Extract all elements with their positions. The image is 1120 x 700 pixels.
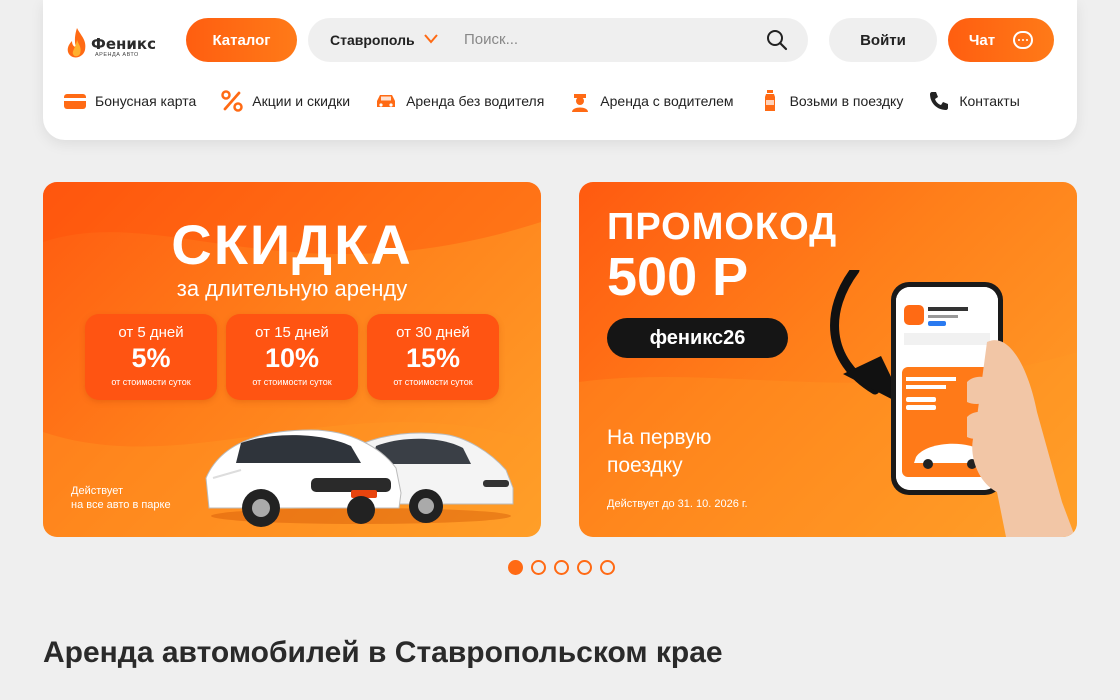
banner-note-line: на все авто в парке — [71, 499, 171, 511]
banner-subtitle: за длительную аренду — [176, 276, 408, 301]
promo-title: ПРОМОКОД — [607, 206, 838, 248]
car-icon — [374, 91, 398, 111]
phone-icon — [927, 91, 951, 111]
search-icon[interactable] — [766, 29, 788, 51]
chat-label: Чат — [968, 31, 996, 49]
banner-note-line: Действует — [71, 485, 124, 497]
nav-item-contacts[interactable]: Контакты — [927, 91, 1020, 111]
nav-item-take-on-trip[interactable]: Возьми в поездку — [758, 90, 904, 111]
promo-subtitle-line: поездку — [607, 454, 683, 477]
discount-days: от 5 дней — [118, 324, 184, 341]
discount-banner[interactable]: СКИДКА за длительную аренду от 5 дней 5%… — [43, 182, 541, 537]
nav-item-rent-with-driver[interactable]: Аренда с водителем — [568, 91, 734, 112]
logo[interactable]: Феникс АРЕНДА АВТО — [65, 26, 156, 62]
section-title: Аренда автомобилей в Ставропольском крае — [43, 636, 723, 669]
nav-label: Акции и скидки — [252, 93, 351, 109]
nav-label: Контакты — [959, 93, 1020, 109]
city-selector[interactable]: Ставрополь — [330, 32, 415, 48]
discount-tile: от 30 дней 15% от стоимости суток — [367, 314, 499, 400]
discount-note: от стоимости суток — [393, 377, 473, 387]
promo-banner[interactable]: ПРОМОКОД 500 Р феникс26 На первую поездк… — [579, 182, 1077, 537]
carousel-dot[interactable] — [531, 560, 546, 575]
search-bar: Ставрополь Поиск... — [308, 18, 808, 62]
promo-subtitle: На первую поездку — [607, 424, 711, 480]
banner-note: Действует на все авто в парке — [71, 484, 171, 512]
nav-item-bonus-card[interactable]: Бонусная карта — [63, 91, 196, 111]
hand-illustration — [967, 340, 1076, 537]
nav-label: Возьми в поездку — [789, 93, 904, 109]
discount-note: от стоимости суток — [252, 377, 332, 387]
nav-label: Аренда с водителем — [600, 93, 734, 109]
promo-subtitle-line: На первую — [607, 426, 712, 449]
discount-percent: 15% — [405, 343, 461, 373]
banner-title: СКИДКА — [171, 213, 413, 276]
site-header: Феникс АРЕНДА АВТО Каталог Ставрополь По… — [43, 0, 1077, 140]
promo-note: Действует до 31. 10. 2026 г. — [607, 498, 748, 510]
discount-percent: 5% — [131, 343, 171, 373]
login-label: Войти — [860, 31, 906, 49]
discount-tile: от 15 дней 10% от стоимости суток — [226, 314, 358, 400]
nav-item-rent-no-driver[interactable]: Аренда без водителя — [374, 91, 544, 111]
catalog-label: Каталог — [212, 31, 271, 49]
carousel-pagination — [508, 560, 615, 575]
nav-label: Аренда без водителя — [406, 93, 545, 109]
carousel-dot[interactable] — [508, 560, 523, 575]
main-nav: Бонусная карта Акции и скидки Аренда без… — [63, 90, 1020, 112]
logo-subtitle: АРЕНДА АВТО — [95, 52, 139, 58]
logo-name: Феникс — [91, 35, 156, 53]
discount-percent: 10% — [264, 343, 320, 373]
chevron-down-icon[interactable] — [424, 31, 438, 45]
carousel-dot[interactable] — [554, 560, 569, 575]
discount-days: от 30 дней — [396, 324, 470, 341]
chat-button[interactable]: Чат — [948, 18, 1054, 62]
carousel-dot[interactable] — [577, 560, 592, 575]
login-button[interactable]: Войти — [829, 18, 937, 62]
card-icon — [63, 91, 87, 111]
promo-amount: 500 Р — [607, 247, 749, 307]
discount-note: от стоимости суток — [111, 377, 191, 387]
nav-label: Бонусная карта — [95, 93, 197, 109]
search-input[interactable]: Поиск... — [464, 31, 518, 48]
flame-logo-icon — [67, 28, 86, 58]
driver-icon — [568, 91, 592, 112]
discount-tile: от 5 дней 5% от стоимости суток — [85, 314, 217, 400]
bottle-icon — [758, 90, 782, 111]
chat-bubble-icon — [1013, 31, 1034, 49]
discount-days: от 15 дней — [255, 324, 329, 341]
nav-item-promotions[interactable]: Акции и скидки — [220, 90, 351, 112]
promo-code[interactable]: феникс26 — [607, 318, 788, 358]
percent-icon — [220, 90, 244, 112]
catalog-button[interactable]: Каталог — [186, 18, 297, 62]
cars-illustration — [205, 429, 514, 527]
carousel-dot[interactable] — [600, 560, 615, 575]
